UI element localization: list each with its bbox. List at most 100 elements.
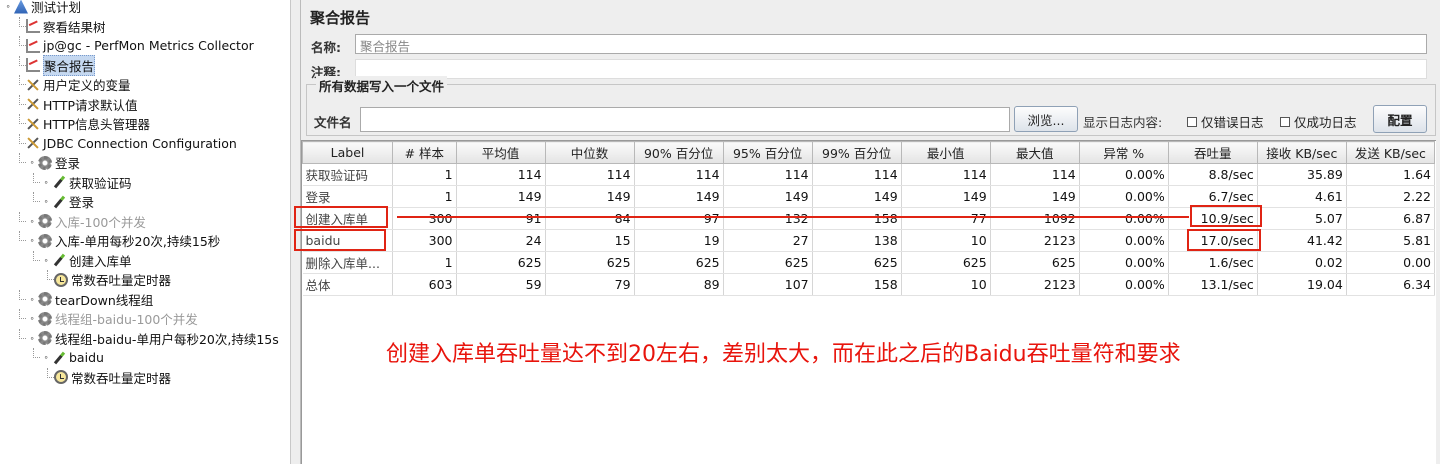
- table-cell: 625: [634, 251, 724, 274]
- table-cell: 41.42: [1257, 229, 1347, 252]
- filename-field[interactable]: [360, 107, 1010, 132]
- table-cell: 59: [456, 273, 546, 296]
- annotation-box-baidu-throughput: [1187, 229, 1261, 251]
- column-header[interactable]: 最小值: [900, 141, 991, 164]
- tree-item[interactable]: ∘ baidu: [28, 348, 104, 367]
- collapse-toggle-icon[interactable]: ∘: [40, 353, 52, 362]
- aggregate-table[interactable]: Label # 样本 平均值 中位数 90% 百分位 95% 百分位 99% 百分位 最小值最…: [301, 140, 1436, 464]
- table-cell: 2123: [990, 229, 1080, 252]
- tree-item-label: tearDown线程组: [55, 292, 154, 308]
- table-cell: 89: [634, 273, 724, 296]
- tree-item[interactable]: HTTP请求默认值: [14, 94, 138, 114]
- checkbox-box[interactable]: [1187, 116, 1197, 127]
- table-row[interactable]: 创建入库单 300 91 84 97 132 158 77 1092 0.00% 10.9/sec 5…: [302, 207, 1436, 230]
- name-field[interactable]: 聚合报告: [355, 34, 1427, 54]
- row-label-cell: 登录: [302, 185, 394, 208]
- tree-item[interactable]: ∘ 线程组-baidu-单用户每秒20次,持续15s: [14, 328, 279, 348]
- table-row[interactable]: 删除入库单... 1 625 625 625 625 625 625 625 0.00% 1.6/s…: [302, 251, 1436, 274]
- row-label-cell: 获取验证码: [302, 163, 394, 186]
- tree-item[interactable]: ∘ 测试计划: [2, 0, 81, 16]
- aggregate-report-panel: 聚合报告 名称: 聚合报告 注释: 所有数据写入一个文件 文件名 浏览... 显…: [300, 0, 1440, 464]
- annotation-text: 创建入库单吞吐量达不到20左右，差别太大，而在此之后的Baidu吞吐量符和要求: [386, 342, 1181, 367]
- tree-item[interactable]: ∘ tearDown线程组: [14, 289, 154, 309]
- graph-icon: [26, 58, 40, 72]
- gear-icon: [38, 311, 52, 326]
- annotation-box-baidu-label: [294, 229, 386, 251]
- table-cell: 114: [456, 163, 546, 186]
- expand-toggle-icon[interactable]: ∘: [26, 314, 38, 323]
- table-cell: 13.1/sec: [1168, 273, 1258, 296]
- tree-item[interactable]: ∘ 创建入库单: [28, 250, 132, 270]
- tree-item[interactable]: ∘ 登录: [14, 153, 80, 172]
- annotation-box-create-label: [294, 206, 388, 228]
- table-row[interactable]: 获取验证码 1 114 114 114 114 114 114 114 0.00% 8.8/sec 3…: [302, 163, 1436, 186]
- comments-field[interactable]: [355, 59, 1427, 79]
- table-cell: 149: [990, 185, 1080, 208]
- expand-toggle-icon[interactable]: ∘: [26, 217, 38, 226]
- tree-connector: [28, 192, 40, 211]
- collapse-toggle-icon[interactable]: ∘: [26, 334, 38, 343]
- tree-item[interactable]: jp@gc - PerfMon Metrics Collector: [14, 36, 254, 55]
- collapse-toggle-icon[interactable]: ∘: [40, 256, 52, 265]
- table-cell: 300: [392, 207, 457, 230]
- table-cell: 0.00%: [1079, 163, 1169, 186]
- tree-item[interactable]: 用户定义的变量: [14, 75, 131, 94]
- table-cell: 149: [545, 185, 635, 208]
- table-row[interactable]: baidu 300 24 15 19 27 138 10 2123 0.00% 17.0/sec 41…: [302, 229, 1436, 252]
- test-plan-tree[interactable]: ∘ 测试计划 察看结果树 jp@gc - PerfMon Metrics Collec…: [0, 0, 291, 464]
- tree-item[interactable]: HTTP信息头管理器: [14, 114, 150, 133]
- column-header[interactable]: 90% 百分位: [633, 141, 724, 164]
- browse-button[interactable]: 浏览...: [1014, 106, 1078, 132]
- tree-item[interactable]: ∘ 入库-100个并发: [14, 211, 146, 231]
- timer-icon: [54, 272, 68, 287]
- column-header[interactable]: 95% 百分位: [722, 141, 813, 164]
- annotation-box-create-throughput: [1190, 205, 1262, 227]
- row-label-cell: 总体: [302, 273, 394, 296]
- column-header[interactable]: 吞吐量: [1167, 141, 1258, 164]
- tree-item-label: jp@gc - PerfMon Metrics Collector: [43, 38, 254, 53]
- expand-toggle-icon[interactable]: ∘: [40, 178, 52, 187]
- table-cell: 79: [545, 273, 635, 296]
- success-only-checkbox[interactable]: 仅成功日志: [1280, 112, 1357, 131]
- table-cell: 625: [723, 251, 813, 274]
- table-cell: 114: [990, 163, 1080, 186]
- table-row[interactable]: 总体 603 59 79 89 107 158 10 2123 0.00% 13.1/sec 19.0…: [302, 273, 1436, 296]
- column-header[interactable]: 异常 %: [1078, 141, 1169, 164]
- collapse-toggle-icon[interactable]: ∘: [26, 236, 38, 245]
- column-header[interactable]: 中位数: [544, 141, 635, 164]
- tree-item[interactable]: ∘ 线程组-baidu-100个并发: [14, 309, 198, 328]
- column-header[interactable]: 平均值: [455, 141, 546, 164]
- table-cell: 107: [723, 273, 813, 296]
- collapse-toggle-icon[interactable]: ∘: [26, 158, 38, 167]
- table-cell: 158: [812, 207, 902, 230]
- table-cell: 114: [723, 163, 813, 186]
- errors-only-checkbox[interactable]: 仅错误日志: [1187, 112, 1264, 131]
- tree-item[interactable]: JDBC Connection Configuration: [14, 133, 237, 153]
- column-header[interactable]: 最大值: [989, 141, 1080, 164]
- column-header[interactable]: 99% 百分位: [811, 141, 902, 164]
- tree-item[interactable]: 常数吞吐量定时器: [42, 270, 171, 289]
- tree-item[interactable]: ∘ 登录: [28, 192, 94, 211]
- tree-item[interactable]: ∘ 入库-单用每秒20次,持续15秒: [14, 231, 220, 250]
- tree-item[interactable]: 察看结果树: [14, 16, 106, 36]
- table-cell: 625: [456, 251, 546, 274]
- file-section-title: 所有数据写入一个文件: [316, 76, 448, 95]
- tree-item[interactable]: 聚合报告: [14, 54, 96, 76]
- table-row[interactable]: 登录 1 149 149 149 149 149 149 149 0.00% 6.7/sec 4.61…: [302, 185, 1436, 208]
- column-header[interactable]: 接收 KB/sec: [1256, 141, 1347, 164]
- column-header[interactable]: Label: [301, 141, 394, 164]
- expand-toggle-icon[interactable]: ∘: [40, 197, 52, 206]
- column-header[interactable]: # 样本: [392, 141, 457, 164]
- expand-toggle-icon[interactable]: ∘: [26, 295, 38, 304]
- tree-item[interactable]: 常数吞吐量定时器: [42, 367, 171, 387]
- table-cell: 1: [392, 251, 457, 274]
- table-cell: 1: [392, 185, 457, 208]
- table-cell: 625: [545, 251, 635, 274]
- collapse-toggle-icon[interactable]: ∘: [2, 2, 14, 11]
- table-cell: 1: [392, 163, 457, 186]
- tree-item[interactable]: ∘ 获取验证码: [28, 172, 132, 192]
- checkbox-box[interactable]: [1280, 116, 1290, 127]
- configure-button[interactable]: 配置: [1373, 105, 1427, 133]
- log-content-label: 显示日志内容:: [1083, 115, 1163, 130]
- column-header[interactable]: 发送 KB/sec: [1345, 141, 1436, 164]
